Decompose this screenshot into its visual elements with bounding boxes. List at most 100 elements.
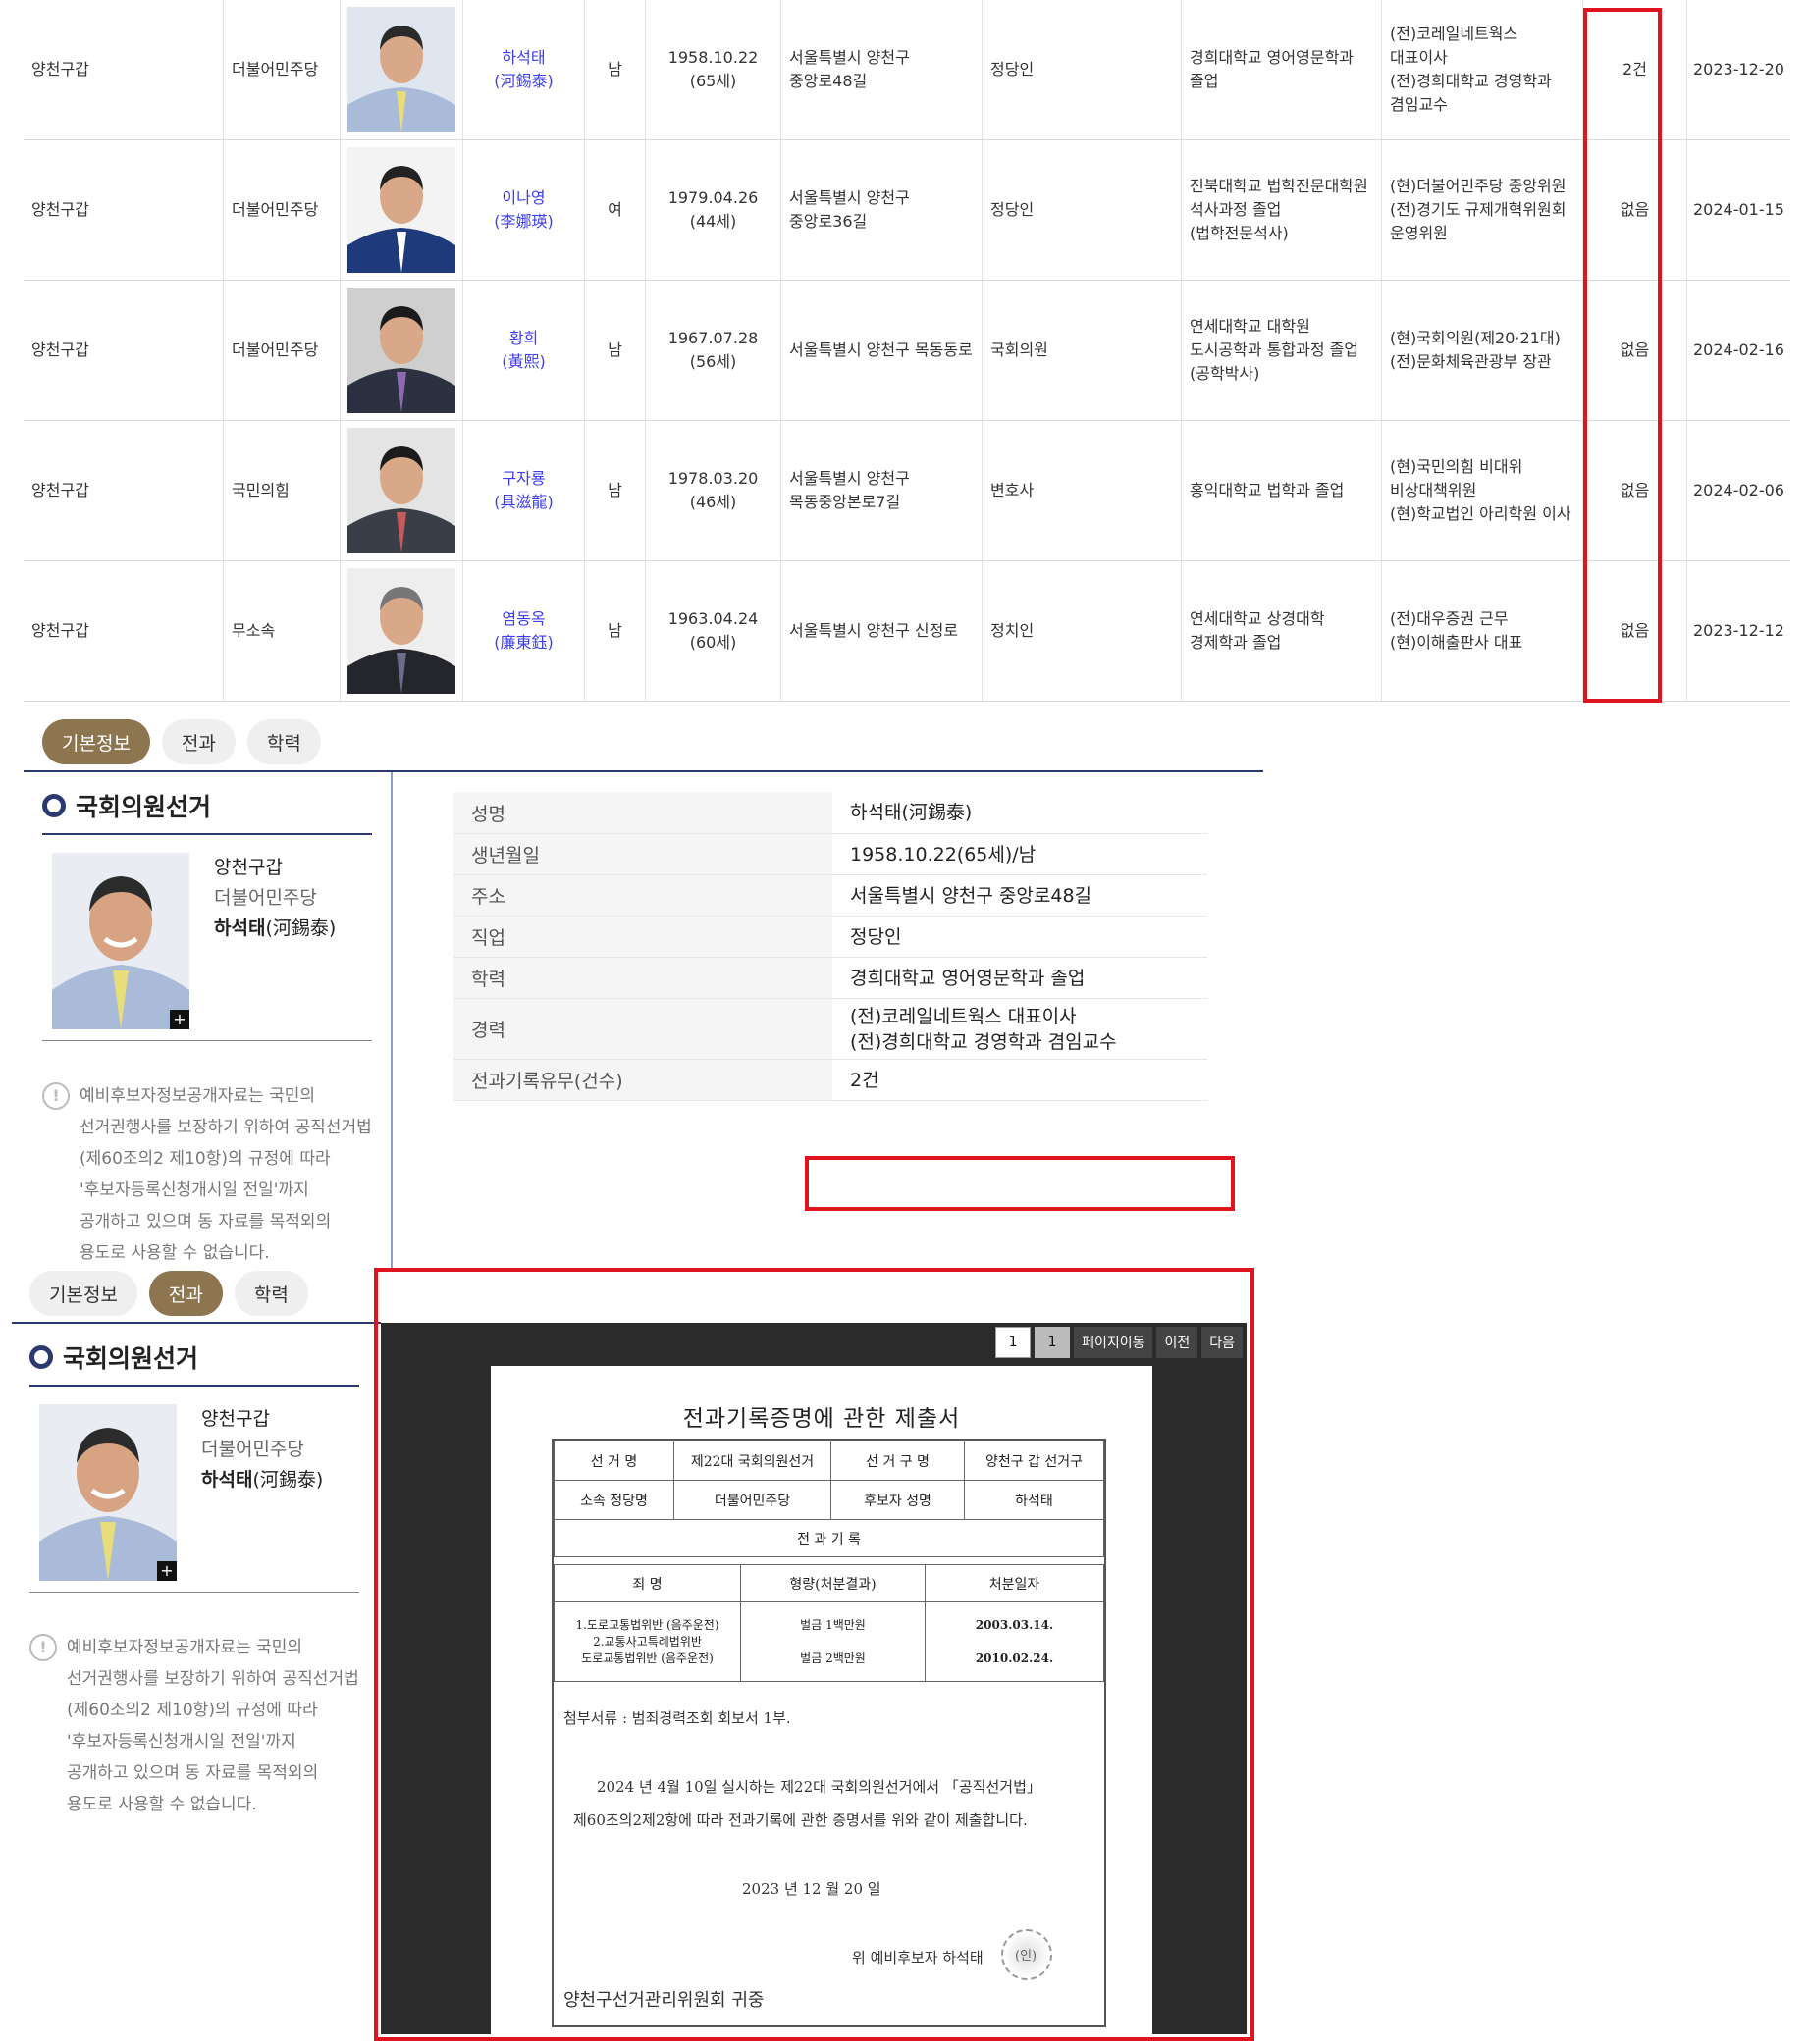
info-value: 하석태(河錫泰) xyxy=(850,802,973,823)
tab-criminal[interactable]: 전과 xyxy=(161,719,236,764)
party-cell: 국민의힘 xyxy=(224,421,341,560)
candidate-name-link[interactable]: 이나영 (李娜瑛) xyxy=(494,186,554,234)
candidate-photo[interactable] xyxy=(347,7,455,132)
goto-page-button[interactable]: 페이지이동 xyxy=(1074,1327,1153,1358)
candidate-photo[interactable] xyxy=(347,288,455,413)
candidate-photo[interactable] xyxy=(347,568,455,694)
viewer-toolbar: 1 1 페이지이동 이전 다음 xyxy=(381,1323,1247,1364)
district-cell: 양천구갑 xyxy=(24,281,224,420)
criminal-cell: 2건 xyxy=(1583,0,1687,139)
candidate-name-link[interactable]: 염동옥 (廉東鈺) xyxy=(494,607,554,655)
job-cell: 정당인 xyxy=(983,0,1182,139)
education-cell: 연세대학교 상경대학 경제학과 졸업 xyxy=(1182,561,1382,701)
district-cell: 양천구갑 xyxy=(24,421,224,560)
disclosure-notice: ! 예비후보자정보공개자료는 국민의 선거권행사를 보장하기 위하여 공직선거법… xyxy=(42,1041,372,1269)
document-record-table: 죄 명 형량(처분결과) 처분일자 1.도로교통법위반 (음주운전) 2.교통사고… xyxy=(554,1564,1104,1682)
candidate-row: 양천구갑 더불어민주당 하석태 (河錫泰) 남 1958.10.22 (65세) 서울특별시 … xyxy=(24,0,1790,140)
expand-icon[interactable]: + xyxy=(157,1561,177,1581)
tab-bar-criminal: 기본정보 전과 학력 xyxy=(29,1271,308,1316)
info-value: 1958.10.22(65세)/남 xyxy=(850,843,1037,865)
job-cell: 변호사 xyxy=(983,421,1182,560)
candidate-photo[interactable] xyxy=(347,147,455,273)
info-row: 직업 정당인 xyxy=(453,917,1207,958)
date-cell: 2024-01-15 xyxy=(1693,200,1784,219)
gender-cell: 남 xyxy=(585,561,646,701)
next-page-button[interactable]: 다음 xyxy=(1201,1327,1243,1358)
name-cell[interactable]: 하석태 (河錫泰) xyxy=(463,0,585,139)
criminal-cell: 없음 xyxy=(1583,561,1687,701)
info-row: 전과기록유무(건수) 2건 xyxy=(453,1060,1207,1101)
criminal-cell: 없음 xyxy=(1583,421,1687,560)
info-label: 성명 xyxy=(453,792,832,833)
sidebar-panel-2: 국회의원선거 + 양천구갑 더불어민주당 하석태(河錫泰) ! 예비후보자정보공… xyxy=(29,1339,359,1820)
tab-criminal-2[interactable]: 전과 xyxy=(148,1271,223,1316)
candidate-row: 양천구갑 무소속 염동옥 (廉東鈺) 남 1963.04.24 (60세) 서울특별시 양천구… xyxy=(24,561,1790,702)
info-label: 주소 xyxy=(453,875,832,916)
date-cell: 2023-12-20 xyxy=(1693,60,1784,79)
warning-icon: ! xyxy=(42,1082,70,1110)
circle-icon xyxy=(42,794,66,817)
doc-seal-label: (인) xyxy=(1015,1949,1037,1964)
name-cell[interactable]: 황희 (黃熙) xyxy=(463,281,585,420)
candidate-name-link[interactable]: 하석태 (河錫泰) xyxy=(494,46,554,93)
photo-cell[interactable] xyxy=(341,421,463,560)
education-cell: 연세대학교 대학원 도시공학과 통합과정 졸업 (공학박사) xyxy=(1182,281,1382,420)
tab-underline xyxy=(24,770,1263,772)
profile-district: 양천구갑 xyxy=(214,857,283,878)
tab-underline-2 xyxy=(12,1322,381,1324)
birth-cell: 1967.07.28 (56세) xyxy=(646,281,781,420)
birth-cell: 1958.10.22 (65세) xyxy=(646,0,781,139)
tab-basic-info[interactable]: 기본정보 xyxy=(42,719,150,764)
page-input[interactable]: 1 xyxy=(995,1327,1032,1358)
candidate-photo-2: + xyxy=(39,1404,177,1581)
district-cell: 양천구갑 xyxy=(24,561,224,701)
photo-cell[interactable] xyxy=(341,140,463,280)
criminal-cell: 없음 xyxy=(1583,140,1687,280)
address-cell: 서울특별시 양천구 목동중앙본로7길 xyxy=(781,421,983,560)
document-viewer: 1 1 페이지이동 이전 다음 전과기록증명에 관한 제출서 선 거 명 제22… xyxy=(381,1323,1247,2034)
name-cell[interactable]: 염동옥 (廉東鈺) xyxy=(463,561,585,701)
career-cell: (현)국회의원(제20·21대) (전)문화체육관광부 장관 xyxy=(1382,281,1583,420)
profile-party: 더불어민주당 xyxy=(214,887,317,909)
career-cell: (현)국민의힘 비대위 비상대책위원 (현)학교법인 아리학원 이사 xyxy=(1382,421,1583,560)
address-cell: 서울특별시 양천구 신정로 xyxy=(781,561,983,701)
job-cell: 정당인 xyxy=(983,140,1182,280)
info-row: 주소 서울특별시 양천구 중앙로48길 xyxy=(453,875,1207,917)
tab-basic-info-2[interactable]: 기본정보 xyxy=(29,1271,137,1316)
profile-district: 양천구갑 xyxy=(201,1408,270,1430)
candidate-name-link[interactable]: 황희 (黃熙) xyxy=(502,327,546,374)
candidate-table: 양천구갑 더불어민주당 하석태 (河錫泰) 남 1958.10.22 (65세) 서울특별시 … xyxy=(24,0,1790,703)
name-cell[interactable]: 이나영 (李娜瑛) xyxy=(463,140,585,280)
birth-cell: 1978.03.20 (46세) xyxy=(646,421,781,560)
party-cell: 더불어민주당 xyxy=(224,281,341,420)
document-header-table: 선 거 명 제22대 국회의원선거 선 거 구 명 양천구 갑 선거구 소속 정… xyxy=(554,1441,1104,1557)
doc-body-1: 2024 년 4월 10일 실시하는 제22대 국회의원선거에서 「공직선거법」 xyxy=(597,1778,1041,1796)
candidate-profile-2: + 양천구갑 더불어민주당 하석태(河錫泰) xyxy=(29,1387,359,1593)
panel-divider xyxy=(391,772,393,1271)
date-cell: 2024-02-06 xyxy=(1693,481,1784,499)
disclosure-notice-2: ! 예비후보자정보공개자료는 국민의 선거권행사를 보장하기 위하여 공직선거법… xyxy=(29,1593,359,1820)
info-value: (전)코레일네트웍스 대표이사 (전)경희대학교 경영학과 겸임교수 xyxy=(850,1005,1117,1053)
candidate-row: 양천구갑 더불어민주당 이나영 (李娜瑛) 여 1979.04.26 (44세) 서울특별시 … xyxy=(24,140,1790,281)
tab-education[interactable]: 학력 xyxy=(246,719,321,764)
expand-icon[interactable]: + xyxy=(170,1010,189,1029)
info-label: 전과기록유무(건수) xyxy=(453,1060,832,1100)
document-title: 전과기록증명에 관한 제출서 xyxy=(682,1406,961,1432)
doc-recipient: 양천구선거관리위원회 귀중 xyxy=(563,1990,765,2011)
warning-icon: ! xyxy=(29,1634,57,1661)
candidate-name-link[interactable]: 구자룡 (具滋龍) xyxy=(494,467,554,514)
party-cell: 더불어민주당 xyxy=(224,0,341,139)
candidate-photo[interactable] xyxy=(347,428,455,553)
job-cell: 국회의원 xyxy=(983,281,1182,420)
photo-cell[interactable] xyxy=(341,561,463,701)
prev-page-button[interactable]: 이전 xyxy=(1156,1327,1198,1358)
tab-education-2[interactable]: 학력 xyxy=(234,1271,308,1316)
photo-cell[interactable] xyxy=(341,281,463,420)
info-row: 성명 하석태(河錫泰) xyxy=(453,792,1207,834)
name-cell[interactable]: 구자룡 (具滋龍) xyxy=(463,421,585,560)
education-cell: 홍익대학교 법학과 졸업 xyxy=(1182,421,1382,560)
profile-name: 하석태(河錫泰) xyxy=(214,917,337,939)
doc-attachment: 첨부서류 : 범죄경력조회 회보서 1부. xyxy=(563,1709,791,1727)
gender-cell: 남 xyxy=(585,421,646,560)
photo-cell[interactable] xyxy=(341,0,463,139)
